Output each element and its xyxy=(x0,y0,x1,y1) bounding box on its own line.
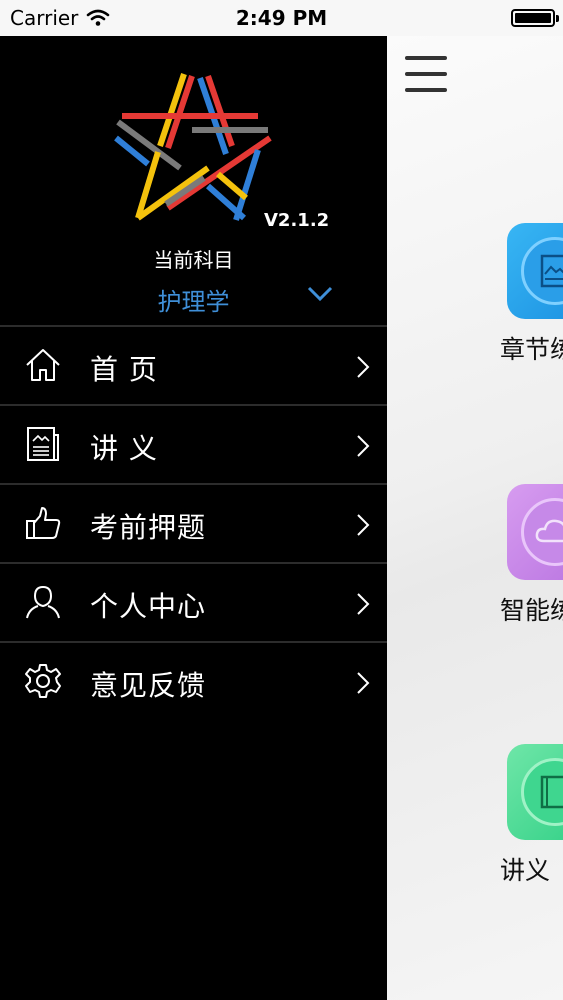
tile-label: 讲义 xyxy=(500,856,551,885)
tile-label: 智能练 xyxy=(500,596,563,625)
star-logo-icon xyxy=(114,73,272,221)
status-time: 2:49 PM xyxy=(235,6,328,30)
home-icon xyxy=(26,349,60,381)
sidebar-item-label: 首 页 xyxy=(90,353,158,386)
user-icon xyxy=(26,585,60,619)
battery-icon xyxy=(511,9,559,27)
sidebar-item-label: 考前押题 xyxy=(90,511,207,544)
chevron-right-icon xyxy=(357,672,370,694)
tile-handout[interactable] xyxy=(507,744,563,840)
cloud-icon xyxy=(521,498,563,566)
tile-chapter-practice[interactable] xyxy=(507,223,563,319)
sidebar-drawer: V2.1.2 当前科目 护理学 首 页 讲 义 考前押题 个人中心 意见反馈 xyxy=(0,36,387,1000)
sidebar-item-profile[interactable]: 个人中心 xyxy=(0,562,387,641)
chevron-right-icon xyxy=(357,514,370,536)
hamburger-menu-button[interactable] xyxy=(405,56,447,92)
app-version: V2.1.2 xyxy=(264,210,330,231)
current-subject-label: 当前科目 xyxy=(153,248,234,272)
sidebar-item-label: 个人中心 xyxy=(90,590,207,623)
sidebar-item-home[interactable]: 首 页 xyxy=(0,325,387,404)
sidebar-item-label: 讲 义 xyxy=(90,432,158,465)
sidebar-item-label: 意见反馈 xyxy=(90,669,207,702)
tile-smart-practice[interactable] xyxy=(507,484,563,580)
main-content: 章节练 智能练 讲义 xyxy=(387,36,563,1000)
chevron-down-icon xyxy=(307,286,333,302)
chevron-right-icon xyxy=(357,356,370,378)
book-icon xyxy=(521,758,563,826)
sidebar-item-exam-prediction[interactable]: 考前押题 xyxy=(0,483,387,562)
status-bar: Carrier 2:49 PM xyxy=(0,0,563,36)
document-icon xyxy=(27,427,59,461)
image-doc-icon xyxy=(521,237,563,305)
thumbs-up-icon xyxy=(26,507,61,539)
tile-label: 章节练 xyxy=(500,335,563,364)
sidebar-menu: 首 页 讲 义 考前押题 个人中心 意见反馈 xyxy=(0,325,387,720)
sidebar-item-handout[interactable]: 讲 义 xyxy=(0,404,387,483)
chevron-right-icon xyxy=(357,435,370,457)
sidebar-item-feedback[interactable]: 意见反馈 xyxy=(0,641,387,720)
chevron-right-icon xyxy=(357,593,370,615)
subject-selector[interactable]: 护理学 xyxy=(0,280,387,320)
gear-icon xyxy=(25,664,61,698)
